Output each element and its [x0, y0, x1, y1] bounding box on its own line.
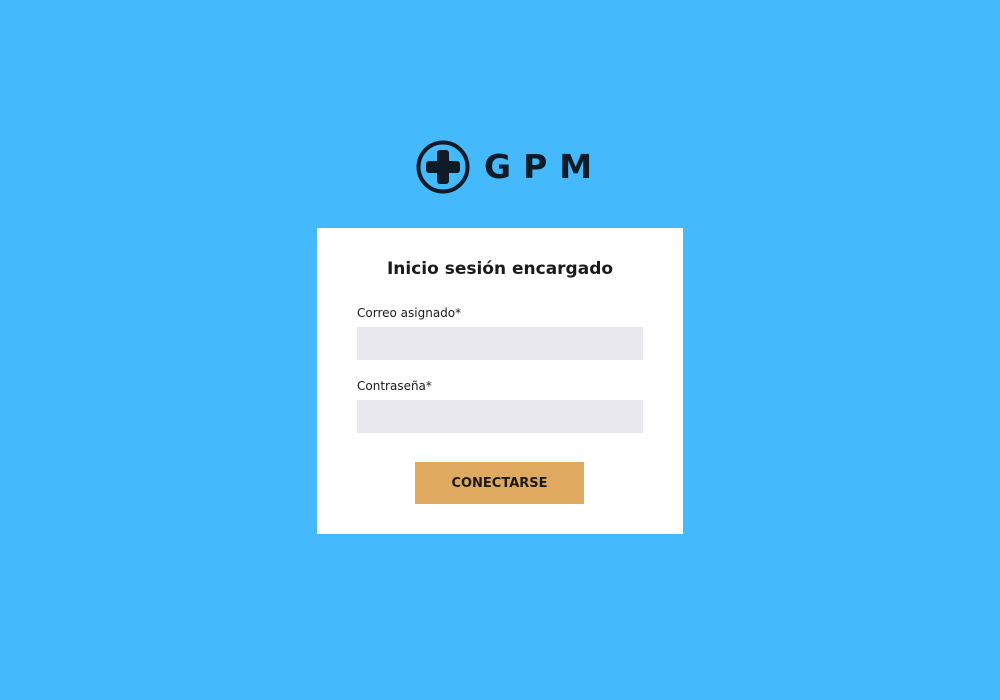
email-label: Correo asignado* [357, 306, 462, 320]
connect-button[interactable]: CONECTARSE [415, 462, 584, 504]
medical-cross-icon [416, 140, 470, 194]
login-title: Inicio sesión encargado [386, 259, 614, 279]
password-field[interactable] [357, 400, 643, 433]
login-card: Inicio sesión encargado Correo asignado*… [317, 228, 683, 534]
brand-name: GPM [484, 147, 605, 186]
email-field[interactable] [357, 327, 643, 360]
brand-logo: GPM [416, 140, 604, 194]
password-label: Contraseña* [357, 379, 432, 393]
